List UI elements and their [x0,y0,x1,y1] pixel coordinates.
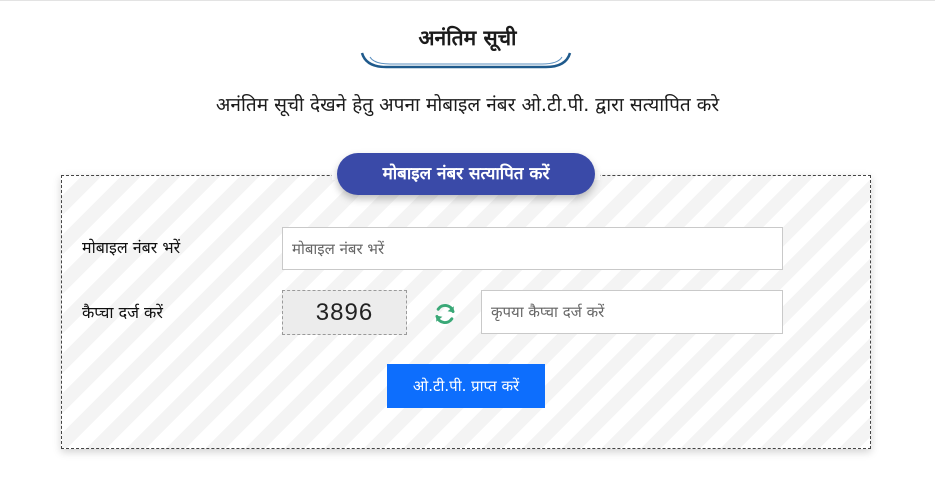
page-subtitle: अनंतिम सूची देखने हेतु अपना मोबाइल नंबर … [215,94,720,116]
get-otp-button[interactable]: ओ.टी.पी. प्राप्त करें [387,364,545,408]
refresh-icon[interactable] [433,302,457,326]
top-divider [0,0,935,1]
form-legend: मोबाइल नंबर सत्यापित करें [337,153,595,195]
page-title: अनंतिम सूची [418,26,517,50]
captcha-input[interactable] [481,290,783,334]
mobile-input[interactable] [282,227,783,270]
captcha-label: कैप्चा दर्ज करें [82,303,163,322]
mobile-label: मोबाइल नंबर भरें [82,238,181,257]
title-underline [360,52,572,69]
captcha-code: 3896 [282,290,407,335]
